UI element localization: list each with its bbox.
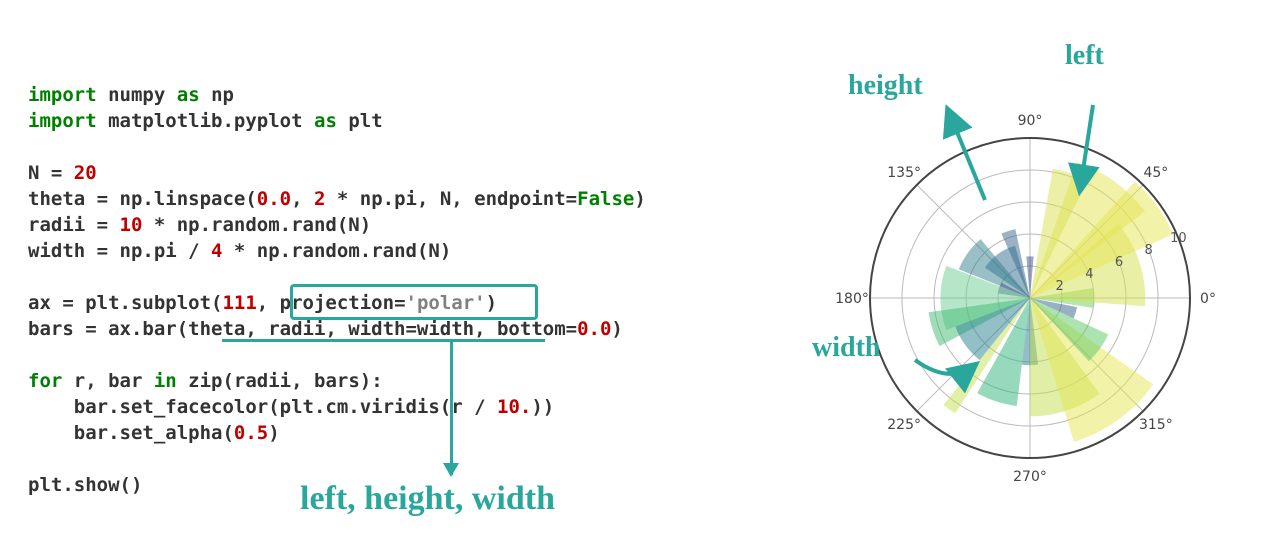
svg-text:135°: 135° — [887, 165, 921, 181]
ann-height: height — [848, 70, 923, 102]
polar-chart: 0° 45° 90° 135° 180° 225° 270° 315° 2 4 6 8 10 — [830, 98, 1230, 498]
svg-text:45°: 45° — [1143, 165, 1168, 181]
svg-text:315°: 315° — [1139, 417, 1173, 433]
code-block: import numpy as np import matplotlib.pyp… — [28, 82, 708, 498]
svg-text:0°: 0° — [1200, 291, 1216, 307]
svg-text:225°: 225° — [887, 417, 921, 433]
ann-left: left — [1065, 40, 1104, 72]
code-line-6: width = np.pi / 4 * np.random.rand(N) — [28, 238, 708, 264]
code-line-10: bar.set_facecolor(plt.cm.viridis(r / 10.… — [28, 394, 708, 420]
code-line-7: ax = plt.subplot(111, projection='polar'… — [28, 290, 708, 316]
svg-text:270°: 270° — [1013, 469, 1047, 485]
svg-text:10: 10 — [1170, 231, 1187, 246]
code-blank-3 — [28, 342, 708, 368]
ann-width: width — [812, 332, 880, 364]
slide-root: import numpy as np import matplotlib.pyp… — [0, 0, 1268, 546]
code-blank-2 — [28, 264, 708, 290]
caption-bar-args: left, height, width — [300, 480, 555, 518]
code-line-8: bars = ax.bar(theta, radii, width=width,… — [28, 316, 708, 342]
svg-text:180°: 180° — [835, 291, 869, 307]
code-line-2: import matplotlib.pyplot as plt — [28, 108, 708, 134]
code-line-4: theta = np.linspace(0.0, 2 * np.pi, N, e… — [28, 186, 708, 212]
code-line-1: import numpy as np — [28, 82, 708, 108]
code-blank-1 — [28, 134, 708, 160]
svg-text:90°: 90° — [1018, 113, 1043, 129]
kw-import: import — [28, 84, 97, 106]
svg-text:8: 8 — [1145, 243, 1153, 258]
svg-text:6: 6 — [1115, 255, 1123, 270]
code-line-5: radii = 10 * np.random.rand(N) — [28, 212, 708, 238]
svg-text:2: 2 — [1056, 279, 1064, 294]
code-line-3: N = 20 — [28, 160, 708, 186]
svg-text:4: 4 — [1085, 267, 1093, 282]
code-line-11: bar.set_alpha(0.5) — [28, 420, 708, 446]
code-blank-4 — [28, 446, 708, 472]
polar-svg: 0° 45° 90° 135° 180° 225° 270° 315° 2 4 6 8 10 — [830, 98, 1230, 498]
code-line-9: for r, bar in zip(radii, bars): — [28, 368, 708, 394]
